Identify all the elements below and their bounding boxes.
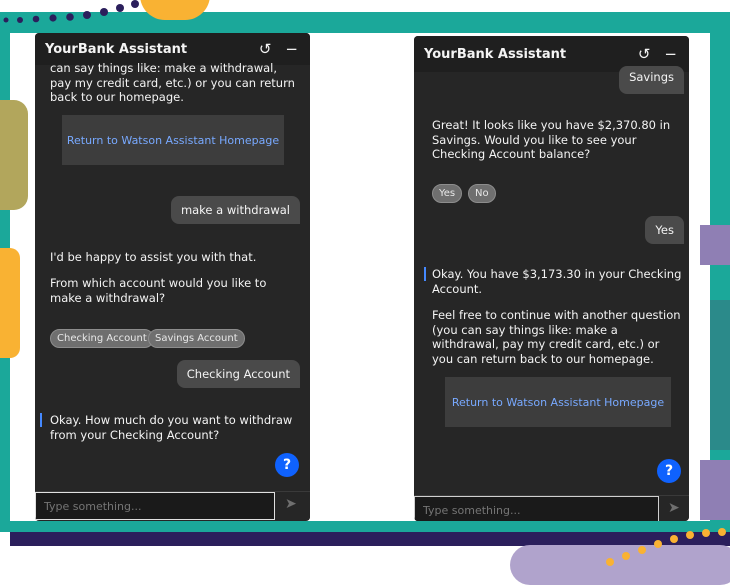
- bot-message-accent-bar: [424, 267, 426, 281]
- assistant-title: YourBank Assistant: [45, 41, 188, 57]
- send-icon[interactable]: ➤: [668, 500, 686, 518]
- option-no[interactable]: No: [468, 184, 496, 203]
- bot-message-savings-balance: Great! It looks like you have $2,370.80 …: [432, 118, 671, 161]
- message-input[interactable]: [35, 492, 275, 520]
- restart-icon[interactable]: ↺: [638, 45, 651, 63]
- return-homepage-button[interactable]: Return to Watson Assistant Homepage: [445, 377, 671, 427]
- orange-block-left: [0, 248, 20, 358]
- left-input-bar: ➤: [35, 491, 310, 520]
- user-message-withdrawal: make a withdrawal: [170, 196, 300, 224]
- option-checking-account[interactable]: Checking Account: [50, 329, 154, 348]
- send-icon[interactable]: ➤: [285, 496, 303, 514]
- olive-block-left: [0, 100, 28, 210]
- restart-icon[interactable]: ↺: [259, 40, 272, 58]
- help-button[interactable]: ?: [657, 459, 681, 483]
- right-chat-panel: YourBank Assistant ↺ − Savings Great! It…: [414, 36, 689, 521]
- purple-block-right-2: [700, 460, 730, 520]
- user-message-savings: Savings: [619, 66, 684, 94]
- bot-message-which-account: From which account would you like to mak…: [50, 276, 267, 305]
- user-message-checking: Checking Account: [176, 360, 300, 388]
- message-input[interactable]: [414, 496, 659, 521]
- right-input-bar: ➤: [414, 495, 689, 521]
- option-yes[interactable]: Yes: [432, 184, 463, 203]
- option-savings-account[interactable]: Savings Account: [148, 329, 245, 348]
- purple-block-right-1: [700, 225, 730, 265]
- teal-block-right: [710, 300, 730, 450]
- left-chat-panel: YourBank Assistant ↺ − can say things li…: [35, 33, 310, 521]
- assistant-title: YourBank Assistant: [424, 46, 567, 62]
- bot-message-continue: Feel free to continue with another quest…: [432, 308, 681, 366]
- return-homepage-button[interactable]: Return to Watson Assistant Homepage: [62, 115, 284, 165]
- bot-message-accent-bar: [40, 413, 42, 427]
- bot-message-assist: I'd be happy to assist you with that.: [50, 250, 257, 264]
- minimize-icon[interactable]: −: [285, 40, 298, 58]
- bot-message-checking-balance: Okay. You have $3,173.30 in your Checkin…: [432, 267, 682, 296]
- bot-message-cut: can say things like: make a withdrawal, …: [50, 61, 295, 104]
- user-message-yes: Yes: [645, 216, 684, 244]
- dots-top-left: [3, 0, 139, 23]
- bot-message-how-much: Okay. How much do you want to withdraw f…: [50, 413, 293, 442]
- minimize-icon[interactable]: −: [664, 45, 677, 63]
- dots-bottom-right: [606, 528, 726, 566]
- help-button[interactable]: ?: [275, 453, 299, 477]
